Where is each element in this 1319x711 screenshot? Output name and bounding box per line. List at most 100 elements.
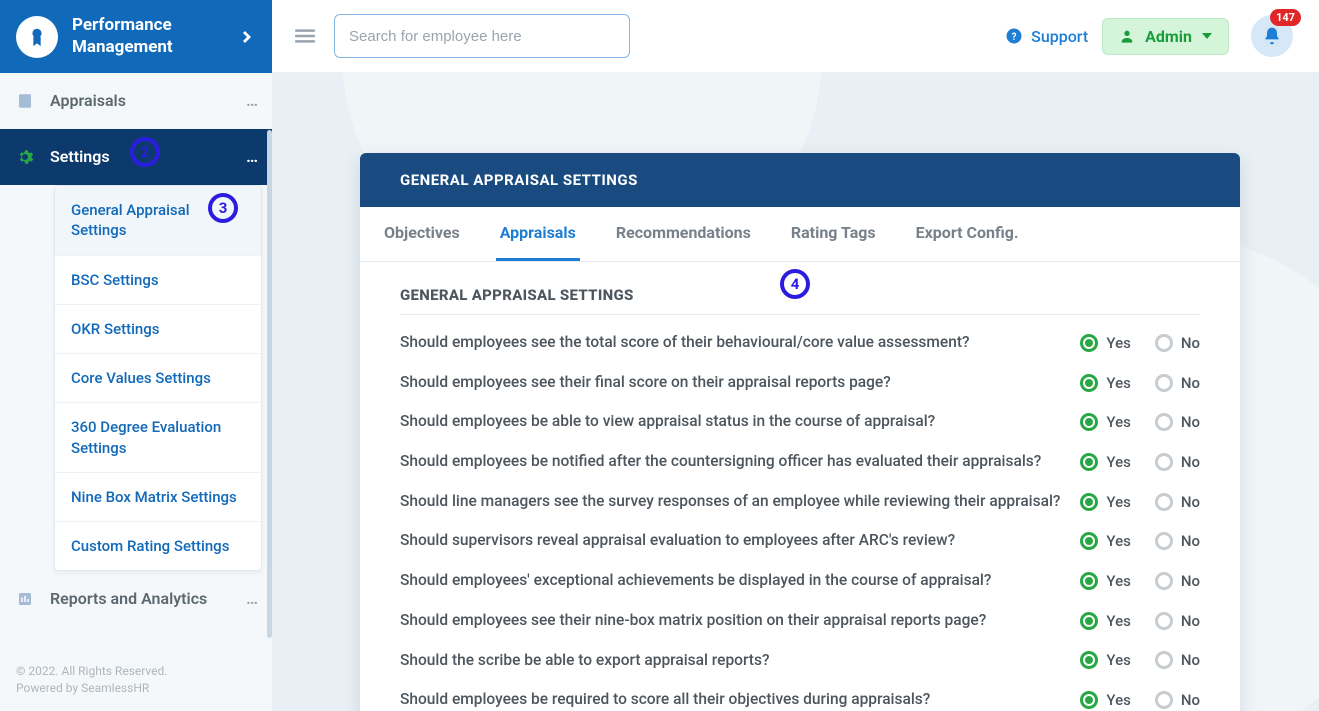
radio-label: Yes bbox=[1106, 651, 1130, 669]
setting-label: Should employees be notified after the c… bbox=[400, 451, 1064, 473]
radio-icon bbox=[1080, 413, 1098, 431]
radio-icon bbox=[1155, 413, 1173, 431]
setting-row: Should the scribe be able to export appr… bbox=[400, 641, 1200, 681]
radio-label: Yes bbox=[1106, 374, 1130, 392]
submenu-item-general-appraisal[interactable]: General Appraisal Settings bbox=[55, 186, 261, 256]
submenu-item-okr[interactable]: OKR Settings bbox=[55, 305, 261, 354]
hamburger-menu-icon[interactable] bbox=[290, 21, 320, 51]
submenu-item-bsc[interactable]: BSC Settings bbox=[55, 256, 261, 305]
submenu-item-core-values[interactable]: Core Values Settings bbox=[55, 354, 261, 403]
tab-objectives[interactable]: Objectives bbox=[380, 207, 464, 261]
radio-option-no[interactable]: No bbox=[1155, 691, 1200, 709]
radio-label: Yes bbox=[1106, 334, 1130, 352]
ellipsis-icon: … bbox=[246, 91, 258, 110]
radio-option-no[interactable]: No bbox=[1155, 334, 1200, 352]
radio-option-no[interactable]: No bbox=[1155, 413, 1200, 431]
radio-group: Yes No bbox=[1080, 413, 1200, 431]
radio-icon bbox=[1080, 532, 1098, 550]
sidebar-footer: © 2022. All Rights Reserved. Powered by … bbox=[0, 651, 272, 711]
notifications-button[interactable]: 147 bbox=[1251, 15, 1293, 57]
radio-option-no[interactable]: No bbox=[1155, 572, 1200, 590]
radio-option-yes[interactable]: Yes bbox=[1080, 532, 1130, 550]
radio-label: No bbox=[1181, 413, 1200, 431]
submenu-item-360[interactable]: 360 Degree Evaluation Settings bbox=[55, 403, 261, 473]
radio-icon bbox=[1155, 374, 1173, 392]
radio-option-no[interactable]: No bbox=[1155, 532, 1200, 550]
tab-appraisals[interactable]: Appraisals bbox=[496, 207, 580, 261]
radio-label: Yes bbox=[1106, 691, 1130, 709]
radio-icon bbox=[1080, 651, 1098, 669]
radio-label: Yes bbox=[1106, 532, 1130, 550]
setting-row: Should employees be notified after the c… bbox=[400, 442, 1200, 482]
gear-icon bbox=[14, 146, 36, 168]
support-label: Support bbox=[1031, 27, 1088, 46]
radio-label: No bbox=[1181, 493, 1200, 511]
sidebar-item-label: Appraisals bbox=[50, 91, 246, 110]
radio-option-no[interactable]: No bbox=[1155, 651, 1200, 669]
radio-label: No bbox=[1181, 532, 1200, 550]
setting-label: Should line managers see the survey resp… bbox=[400, 491, 1064, 513]
radio-label: Yes bbox=[1106, 572, 1130, 590]
radio-label: Yes bbox=[1106, 612, 1130, 630]
admin-dropdown-button[interactable]: Admin bbox=[1102, 18, 1229, 55]
help-icon: ? bbox=[1005, 27, 1023, 45]
tab-export-config[interactable]: Export Config. bbox=[912, 207, 1023, 261]
sidebar-item-settings[interactable]: Settings … bbox=[0, 129, 272, 185]
radio-option-yes[interactable]: Yes bbox=[1080, 453, 1130, 471]
settings-submenu: General Appraisal Settings BSC Settings … bbox=[54, 185, 262, 571]
setting-label: Should supervisors reveal appraisal eval… bbox=[400, 530, 1064, 552]
setting-label: Should employees see their final score o… bbox=[400, 372, 1064, 394]
submenu-item-nine-box[interactable]: Nine Box Matrix Settings bbox=[55, 473, 261, 522]
app-title: Performance Management bbox=[72, 15, 240, 58]
radio-option-yes[interactable]: Yes bbox=[1080, 572, 1130, 590]
radio-option-yes[interactable]: Yes bbox=[1080, 651, 1130, 669]
settings-panel: GENERAL APPRAISAL SETTINGS Objectives Ap… bbox=[360, 153, 1240, 711]
setting-row: Should employees be required to score al… bbox=[400, 680, 1200, 711]
radio-icon bbox=[1155, 612, 1173, 630]
radio-icon bbox=[1155, 691, 1173, 709]
radio-option-no[interactable]: No bbox=[1155, 493, 1200, 511]
radio-icon bbox=[1080, 453, 1098, 471]
tab-recommendations[interactable]: Recommendations bbox=[612, 207, 755, 261]
radio-icon bbox=[1155, 453, 1173, 471]
radio-icon bbox=[1155, 493, 1173, 511]
radio-option-yes[interactable]: Yes bbox=[1080, 334, 1130, 352]
radio-icon bbox=[1080, 612, 1098, 630]
radio-option-yes[interactable]: Yes bbox=[1080, 691, 1130, 709]
radio-label: Yes bbox=[1106, 493, 1130, 511]
radio-option-yes[interactable]: Yes bbox=[1080, 374, 1130, 392]
radio-group: Yes No bbox=[1080, 374, 1200, 392]
radio-option-yes[interactable]: Yes bbox=[1080, 612, 1130, 630]
search-input[interactable] bbox=[334, 14, 630, 58]
setting-row: Should employees be able to view apprais… bbox=[400, 402, 1200, 442]
radio-option-yes[interactable]: Yes bbox=[1080, 493, 1130, 511]
submenu-item-custom-rating[interactable]: Custom Rating Settings bbox=[55, 522, 261, 570]
radio-group: Yes No bbox=[1080, 651, 1200, 669]
radio-icon bbox=[1080, 691, 1098, 709]
radio-label: No bbox=[1181, 374, 1200, 392]
setting-row: Should supervisors reveal appraisal eval… bbox=[400, 521, 1200, 561]
sidebar-item-appraisals[interactable]: Appraisals … bbox=[0, 73, 272, 129]
radio-option-no[interactable]: No bbox=[1155, 374, 1200, 392]
sidebar-nav: Appraisals … Settings … General Appraisa… bbox=[0, 73, 272, 651]
setting-label: Should employees be required to score al… bbox=[400, 689, 1064, 711]
radio-label: No bbox=[1181, 572, 1200, 590]
radio-option-no[interactable]: No bbox=[1155, 612, 1200, 630]
sidebar-toggle-icon[interactable] bbox=[240, 29, 256, 45]
support-link[interactable]: ? Support bbox=[1005, 27, 1088, 46]
radio-option-no[interactable]: No bbox=[1155, 453, 1200, 471]
radio-label: No bbox=[1181, 651, 1200, 669]
panel-header: GENERAL APPRAISAL SETTINGS bbox=[360, 153, 1240, 207]
tab-rating-tags[interactable]: Rating Tags bbox=[787, 207, 880, 261]
radio-group: Yes No bbox=[1080, 493, 1200, 511]
setting-label: Should employees see their nine-box matr… bbox=[400, 610, 1064, 632]
svg-text:?: ? bbox=[1012, 32, 1017, 43]
sidebar-scrollbar[interactable] bbox=[267, 130, 272, 638]
user-icon bbox=[1119, 28, 1135, 44]
sidebar-item-reports[interactable]: Reports and Analytics … bbox=[0, 571, 272, 627]
chart-icon bbox=[14, 588, 36, 610]
radio-label: No bbox=[1181, 334, 1200, 352]
admin-label: Admin bbox=[1145, 27, 1192, 46]
radio-option-yes[interactable]: Yes bbox=[1080, 413, 1130, 431]
radio-group: Yes No bbox=[1080, 691, 1200, 709]
